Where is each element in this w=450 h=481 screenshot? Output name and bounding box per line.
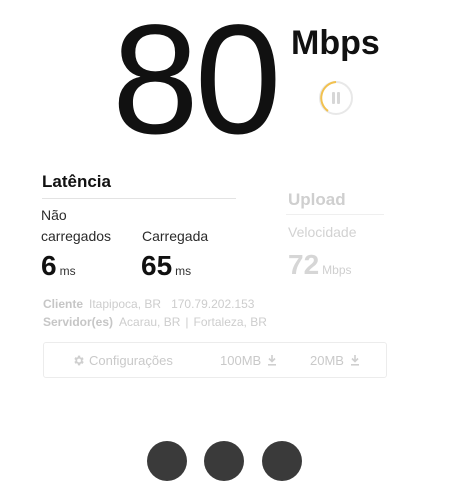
settings-button[interactable]: Configurações — [72, 353, 173, 368]
server-label: Servidor(es) — [43, 315, 114, 329]
server-2: Fortaleza, BR — [193, 315, 267, 329]
pause-button[interactable] — [319, 81, 353, 115]
upload-speed-label: Velocidade — [288, 224, 357, 240]
upload-speed-value: 72 — [288, 249, 320, 280]
loaded-latency-value: 65 — [141, 250, 173, 281]
unloaded-latency-label: Não carregados — [41, 207, 112, 244]
size-option-100mb[interactable]: 100MB — [220, 353, 277, 368]
client-label: Cliente — [43, 297, 84, 311]
client-location: Itapipoca, BR — [89, 297, 162, 311]
settings-bar: Configurações 100MB 20MB — [43, 342, 387, 378]
server-1: Acarau, BR — [119, 315, 181, 329]
settings-label: Configurações — [89, 353, 173, 368]
upload-speed: 72 Mbps — [288, 249, 352, 281]
gear-icon — [74, 355, 84, 366]
loaded-latency-unit: ms — [175, 264, 192, 278]
size-option-100mb-label: 100MB — [220, 353, 262, 368]
speed-value: 80 — [112, 0, 282, 167]
speed-unit: Mbps — [291, 24, 380, 62]
client-ip: 170.79.202.153 — [171, 297, 255, 311]
bottom-action-button-1[interactable] — [147, 441, 187, 481]
server-separator: | — [185, 315, 189, 329]
bottom-action-button-3[interactable] — [262, 441, 302, 481]
loaded-latency-label: Carregada — [142, 228, 209, 244]
download-icon — [268, 355, 277, 366]
size-option-20mb-label: 20MB — [310, 353, 344, 368]
loaded-latency: 65 ms — [141, 250, 191, 282]
latency-title: Latência — [42, 172, 111, 191]
upload-divider — [286, 214, 384, 215]
upload-speed-unit: Mbps — [322, 263, 352, 277]
server-info: Servidor(es) Acarau, BR | Fortaleza, BR — [43, 315, 267, 329]
upload-title: Upload — [288, 190, 346, 209]
client-info: Cliente Itapipoca, BR 170.79.202.153 — [43, 297, 254, 311]
download-icon — [350, 355, 359, 366]
size-option-20mb[interactable]: 20MB — [310, 353, 360, 368]
unloaded-latency-unit: ms — [59, 264, 76, 278]
bottom-action-button-2[interactable] — [204, 441, 244, 481]
latency-divider — [42, 198, 236, 199]
pause-icon — [320, 81, 340, 112]
unloaded-latency: 6 ms — [41, 250, 76, 282]
unloaded-latency-value: 6 — [41, 250, 57, 281]
